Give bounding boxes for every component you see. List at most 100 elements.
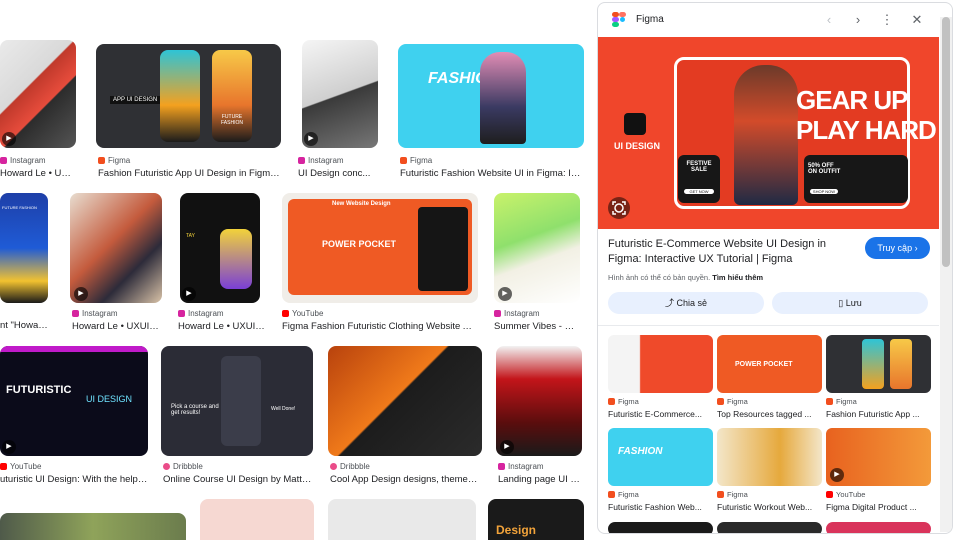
related-thumbnail[interactable]: FASHION — [608, 428, 713, 486]
result-title[interactable]: UI Design conc... — [298, 168, 384, 179]
related-thumbnail[interactable] — [608, 335, 713, 393]
result-card[interactable]: ▶ Instagram Summer Vibes - Co... — [494, 193, 586, 333]
related-thumbnail[interactable] — [826, 335, 931, 393]
related-title[interactable]: Top Resources tagged ... — [717, 409, 822, 419]
lens-icon[interactable] — [608, 197, 630, 219]
chevron-right-icon[interactable]: › — [849, 11, 867, 29]
result-card[interactable]: APP UI DESIGN FUTURE FASHION Figma Fashi… — [96, 44, 281, 180]
thumbnail-tag: FUTURE FASHION — [2, 205, 37, 210]
related-thumbnail[interactable] — [826, 522, 931, 533]
hero-offer-btn: SHOP NOW — [810, 189, 838, 194]
instagram-icon — [0, 157, 7, 164]
visit-button[interactable]: Truy cập › — [865, 237, 930, 259]
learn-more-link[interactable]: Tìm hiểu thêm — [712, 273, 763, 282]
result-title[interactable]: Howard Le • UXUI ... — [0, 168, 76, 179]
result-thumbnail[interactable]: Pick a course and get results! Well Done… — [161, 346, 313, 456]
related-thumbnail[interactable] — [608, 522, 713, 533]
result-thumbnail[interactable]: Design — [488, 499, 584, 540]
hero-sale: FESTIVE SALE — [686, 161, 712, 173]
youtube-icon — [0, 463, 7, 470]
result-thumbnail[interactable] — [328, 499, 476, 540]
phone-mockup — [890, 339, 912, 389]
result-thumbnail[interactable]: FUTURISTIC UI DESIGN — [0, 346, 148, 456]
result-thumbnail[interactable]: FUTURE FASHION — [0, 193, 48, 303]
scrollbar-thumb[interactable] — [942, 17, 950, 267]
hero-sale-card: FESTIVE SALE GET NOW — [678, 155, 720, 203]
related-card[interactable]: POWER POCKET Figma Top Resources tagged … — [717, 335, 822, 425]
result-title[interactable]: nt "Howardl... — [0, 320, 48, 331]
result-title[interactable]: Figma Fashion Futuristic Clothing Websit… — [282, 321, 478, 332]
related-thumbnail[interactable] — [717, 428, 822, 486]
related-mid: POWER POCKET — [735, 361, 793, 368]
result-source: Figma — [400, 156, 432, 165]
save-button[interactable]: ▯ Lưu — [772, 292, 928, 314]
image-results-grid: ▶ Instagram Howard Le • UXUI ... APP UI … — [0, 0, 596, 540]
result-card[interactable]: Pick a course and get results! Well Done… — [161, 346, 313, 486]
result-card[interactable]: FUTURE FASHION nt "Howardl... — [0, 193, 48, 333]
thumbnail-label: TAY — [186, 233, 195, 239]
site-name[interactable]: Figma — [636, 14, 664, 25]
result-card[interactable]: ▶ Instagram UI Design conc... — [298, 40, 386, 180]
result-thumbnail[interactable] — [0, 513, 186, 540]
related-title[interactable]: Futuristic Workout Web... — [717, 502, 822, 512]
result-title[interactable]: Howard Le • UXUI |... — [178, 321, 266, 332]
related-source: Figma — [608, 490, 639, 499]
result-thumbnail[interactable] — [70, 193, 162, 303]
related-thumbnail[interactable] — [717, 522, 822, 533]
hero-image[interactable]: UI DESIGN GEAR UP PLAY HARD FESTIVE SALE… — [598, 37, 939, 229]
result-source: YouTube — [282, 309, 323, 318]
result-title[interactable]: Cool App Design designs, themes, t... — [330, 474, 482, 485]
related-card[interactable]: Figma Futuristic Workout Web... — [717, 428, 822, 518]
result-title[interactable]: Howard Le • UXUI |... — [72, 321, 160, 332]
play-icon: ▶ — [498, 287, 512, 301]
related-title[interactable]: Fashion Futuristic App ... — [826, 409, 931, 419]
play-icon: ▶ — [500, 440, 514, 454]
result-title[interactable]: Landing page UI m... — [498, 474, 584, 485]
thumbnail-card — [221, 356, 261, 446]
play-icon: ▶ — [182, 287, 196, 301]
youtube-icon — [826, 491, 833, 498]
hero-offer: 50% OFF ON OUTFIT — [808, 163, 841, 175]
result-card[interactable]: ▶ Instagram Landing page UI m... — [496, 346, 586, 486]
figma-icon — [98, 157, 105, 164]
related-card[interactable]: Figma Futuristic E-Commerce... — [608, 335, 713, 425]
result-title[interactable]: Futuristic E-Commerce Website UI Design … — [608, 237, 858, 267]
related-thumbnail[interactable]: POWER POCKET — [717, 335, 822, 393]
related-title[interactable]: Figma Digital Product ... — [826, 502, 931, 512]
result-thumbnail[interactable]: TAY — [180, 193, 260, 303]
result-card[interactable]: FASHION Figma Futuristic Fashion Website… — [398, 44, 584, 180]
result-source: Figma — [98, 156, 130, 165]
result-card[interactable]: ▶ Instagram Howard Le • UXUI ... — [0, 40, 76, 180]
result-thumbnail[interactable] — [328, 346, 482, 456]
thumbnail-figure — [220, 229, 252, 289]
result-thumbnail[interactable]: FASHION — [398, 44, 584, 148]
result-title[interactable]: Summer Vibes - Co... — [494, 321, 580, 332]
result-card[interactable]: Dribbble Cool App Design designs, themes… — [328, 346, 482, 486]
figma-icon — [400, 157, 407, 164]
share-button[interactable]: ⤴ Chia sẻ — [608, 292, 764, 314]
related-title[interactable]: Futuristic Fashion Web... — [608, 502, 713, 512]
result-title[interactable]: Futuristic Fashion Website UI in Figma: … — [400, 168, 584, 179]
result-card[interactable]: TAY ▶ Instagram Howard Le • UXUI |... — [176, 193, 268, 333]
related-card[interactable]: Figma Fashion Futuristic App ... — [826, 335, 931, 425]
related-card[interactable]: ▶ YouTube Figma Digital Product ... — [826, 428, 931, 518]
result-title[interactable]: Online Course UI Design by Matt o... — [163, 474, 313, 485]
result-thumbnail[interactable] — [200, 499, 314, 540]
instagram-icon — [298, 157, 305, 164]
hero-headline-1: GEAR UP — [796, 85, 908, 115]
more-vert-icon[interactable]: ⋮ — [878, 11, 896, 29]
close-icon[interactable]: ✕ — [908, 11, 926, 29]
result-card[interactable]: ▶ Instagram Howard Le • UXUI |... — [70, 193, 162, 333]
result-thumbnail[interactable]: New Website Design POWER POCKET — [282, 193, 478, 303]
chevron-left-icon[interactable]: ‹ — [820, 11, 838, 29]
related-source: Figma — [826, 397, 857, 406]
result-card[interactable]: FUTURISTIC UI DESIGN ▶ YouTube uturistic… — [0, 346, 148, 486]
play-icon: ▶ — [2, 132, 16, 146]
result-title[interactable]: Fashion Futuristic App UI Design in Figm… — [98, 168, 281, 179]
related-title[interactable]: Futuristic E-Commerce... — [608, 409, 713, 419]
scrollbar[interactable] — [940, 17, 952, 532]
result-card[interactable]: New Website Design POWER POCKET YouTube … — [282, 193, 478, 333]
related-card[interactable]: FASHION Figma Futuristic Fashion Web... — [608, 428, 713, 518]
result-title[interactable]: uturistic UI Design: With the help ... — [0, 474, 148, 485]
result-thumbnail[interactable]: APP UI DESIGN FUTURE FASHION — [96, 44, 281, 148]
